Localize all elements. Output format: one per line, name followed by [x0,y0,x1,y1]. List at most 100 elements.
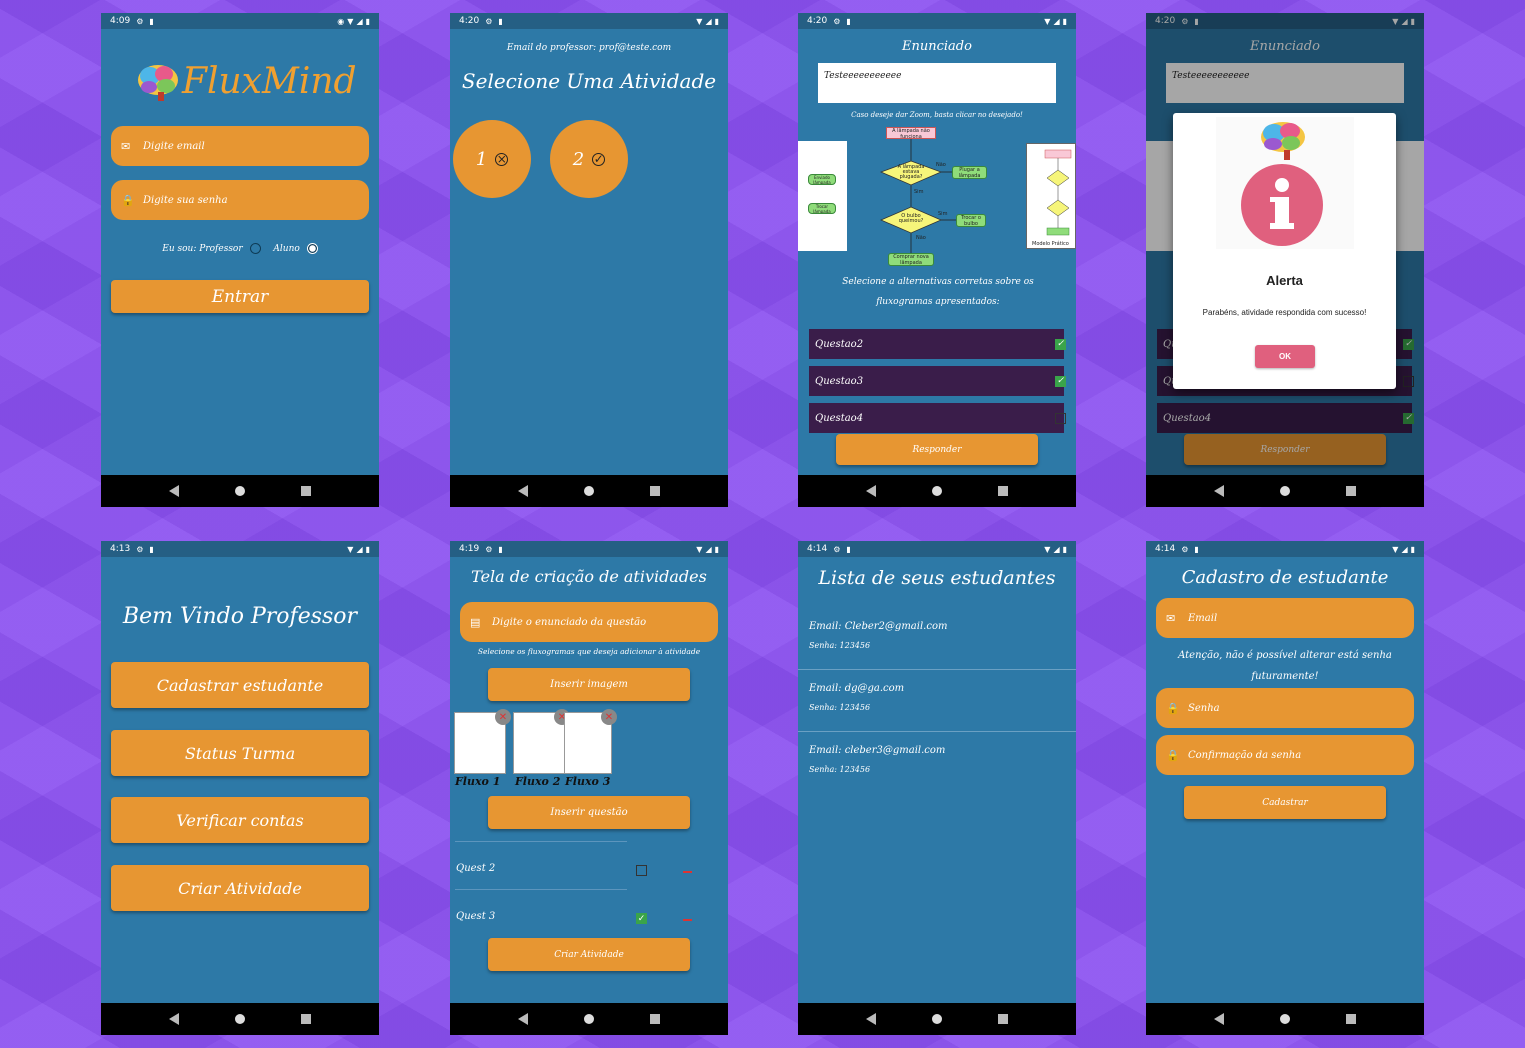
email-field[interactable]: ✉ Digite email [111,126,369,166]
list-item[interactable]: Email: cleber3@gmail.com Senha: 123456 [809,745,945,774]
back-icon[interactable] [1214,1013,1224,1025]
status-time: 4:14 [1155,544,1176,554]
question-checkbox[interactable]: ✓ [1055,375,1066,387]
status-bar: 4:09 ⚙ ▮ ◉ ▼ ◢ ▮ [101,13,379,29]
register-button[interactable]: Cadastrar [1184,786,1386,819]
create-activity-button[interactable]: Criar Atividade [111,865,369,911]
home-icon[interactable] [932,1014,942,1024]
sd-card-icon: ▮ [846,16,851,26]
home-icon[interactable] [584,1014,594,1024]
back-icon[interactable] [169,1013,179,1025]
list-item[interactable]: Email: Cleber2@gmail.com Senha: 123456 [809,621,947,650]
separator [455,841,627,842]
back-icon[interactable] [518,1013,528,1025]
question-row: Quest 2 [456,863,495,874]
recents-icon[interactable] [650,486,660,496]
wifi-icon: ▼ [347,16,354,26]
list-divider [798,731,1076,732]
remove-icon[interactable]: ✕ [495,709,511,725]
question-checkbox[interactable] [1055,412,1066,424]
flowchart-main[interactable]: A lâmpada não funciona A lâmpada estava … [856,125,1016,270]
list-divider [798,669,1076,670]
back-icon[interactable] [866,485,876,497]
wifi-icon: ▼ [347,544,354,554]
activity-2-button[interactable]: 2 ✓ [550,120,628,198]
role-professor-radio[interactable] [249,243,261,254]
class-status-button[interactable]: Status Turma [111,730,369,776]
thumb-right-lines [1044,149,1072,236]
list-item[interactable]: Email: dg@ga.com Senha: 123456 [809,683,904,712]
remove-question-icon[interactable] [683,871,692,873]
statement-box: Testeeeeeeeeeee [818,63,1056,103]
password-field[interactable]: 🔒 Digite sua senha [111,180,369,220]
insert-image-button[interactable]: Inserir imagem [488,668,690,701]
email-field[interactable]: ✉ Email [1156,598,1414,638]
back-icon[interactable] [518,485,528,497]
dialog-illustration [1216,117,1354,249]
home-icon[interactable] [932,486,942,496]
confirm-password-field[interactable]: 🔒 Confirmação da senha [1156,735,1414,775]
register-student-button[interactable]: Cadastrar estudante [111,662,369,708]
select-activity-screen: 4:20 ⚙ ▮ ▼ ◢ ▮ Email do professor: prof@te… [450,13,728,507]
recents-icon[interactable] [650,1014,660,1024]
home-icon[interactable] [235,1014,245,1024]
question-row[interactable]: Questao2 ✓ [809,329,1066,359]
recents-icon[interactable] [301,1014,311,1024]
recents-icon[interactable] [301,486,311,496]
fluxo-thumb-1[interactable]: ✕ [454,709,511,774]
flow-decision-1: A lâmpada estava plugada? [897,164,925,180]
nav-bar [101,1003,379,1035]
activity-2-label: 2 [572,148,585,170]
create-activity-submit[interactable]: Criar Atividade [488,938,690,971]
back-icon[interactable] [169,485,179,497]
question-checkbox[interactable]: ✓ [1055,338,1066,350]
gear-icon: ⚙ [833,16,841,26]
question-label: Quest 3 [456,911,496,922]
flow-action-1: Plugar a lâmpada [952,166,987,179]
question-checkbox[interactable] [636,865,647,876]
recents-icon[interactable] [1346,1014,1356,1024]
verify-accounts-button[interactable]: Verificar contas [111,797,369,843]
dialog-ok-button[interactable]: OK [1255,345,1315,368]
question-row[interactable]: Questao3 ✓ [809,366,1066,396]
dialog-title: Alerta [1266,273,1303,288]
fluxo-thumb-2[interactable]: ✕ [513,709,570,774]
status-time: 4:20 [459,16,480,26]
insert-question-button[interactable]: Inserir questão [488,796,690,829]
statement-field[interactable]: ▤ Digite o enunciado da questão [460,602,718,642]
recents-icon[interactable] [998,1014,1008,1024]
recents-icon[interactable] [998,486,1008,496]
gear-icon: ⚙ [136,544,144,554]
statement-placeholder: Digite o enunciado da questão [492,616,647,628]
flowchart-thumb-left[interactable]: Enviado lâmpada Trocar lâmpada [798,141,847,251]
nav-bar [798,475,1076,507]
remove-icon[interactable]: ✕ [601,709,617,725]
question-checkbox[interactable]: ✓ [636,913,647,924]
question-row[interactable]: Questao4 [809,403,1066,433]
password-field[interactable]: 🔒 Senha [1156,688,1414,728]
login-button[interactable]: Entrar [111,280,369,313]
recents-icon[interactable] [1346,486,1356,496]
fluxo-thumb-3[interactable]: ✕ [564,709,617,774]
gear-icon: ⚙ [485,544,493,554]
activity-1-button[interactable]: 1 × [453,120,531,198]
home-icon[interactable] [1280,1014,1290,1024]
back-icon[interactable] [1214,485,1224,497]
flow-decision-2: O bulbo queimou? [898,213,924,224]
home-icon[interactable] [584,486,594,496]
remove-question-icon[interactable] [683,919,692,921]
register-student-label: Cadastrar estudante [156,675,324,695]
question-row: Quest 3 [456,911,495,922]
flow-hint: Selecione os fluxogramas que deseja adic… [477,647,701,656]
home-icon[interactable] [235,486,245,496]
wifi-icon: ▼ [696,544,703,554]
password-placeholder: Senha [1188,702,1220,714]
role-aluno-radio[interactable] [306,243,318,254]
home-icon[interactable] [1280,486,1290,496]
back-icon[interactable] [866,1013,876,1025]
nav-bar [450,475,728,507]
nav-bar [798,1003,1076,1035]
info-icon [1241,164,1323,246]
flowchart-thumb-right[interactable]: Modelo Prático [1026,143,1076,249]
answer-button[interactable]: Responder [836,434,1038,465]
